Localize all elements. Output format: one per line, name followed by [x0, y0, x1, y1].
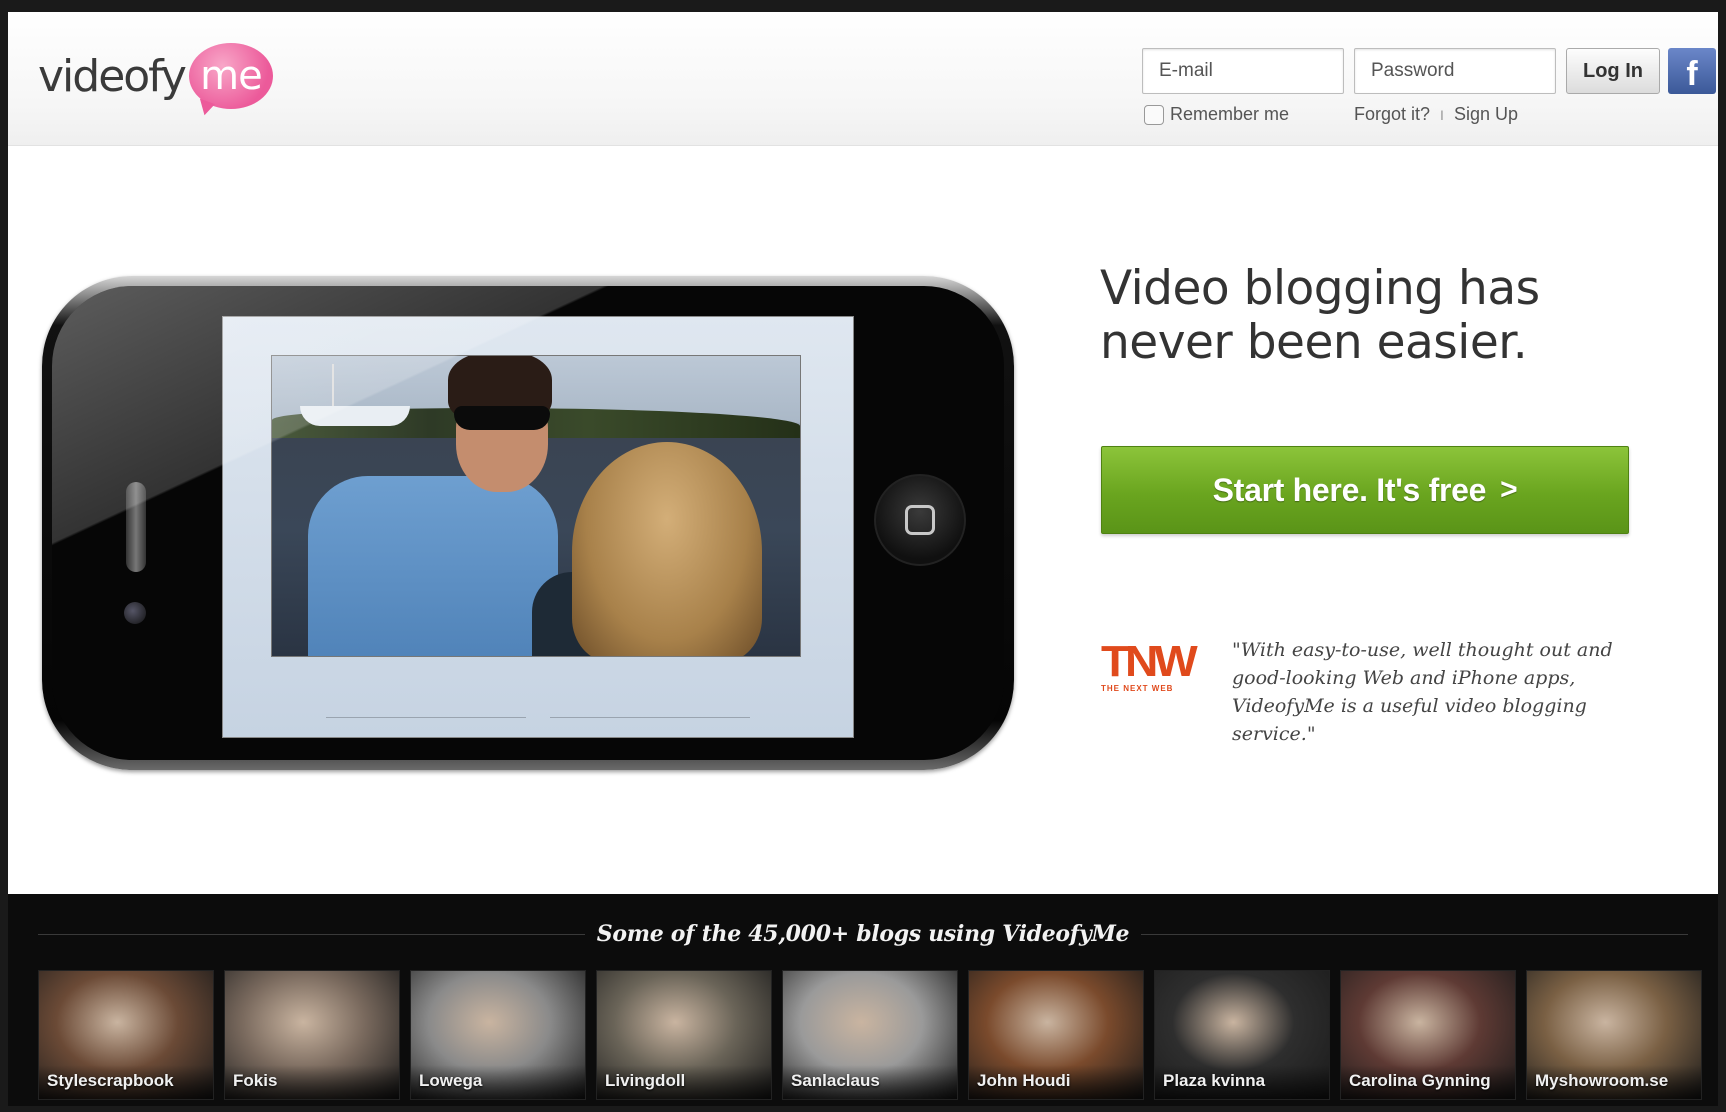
videofyme-logo[interactable]: videofy me	[38, 36, 273, 116]
phone-camera	[124, 602, 146, 624]
site-header: videofy me Log In f Remember me Forgot i…	[8, 12, 1718, 146]
account-links: Forgot it? I Sign Up	[1354, 104, 1518, 125]
blog-thumbnail-label: Stylescrapbook	[39, 1065, 213, 1099]
facebook-login-button[interactable]: f	[1668, 48, 1716, 94]
cta-label: Start here. It's free	[1212, 471, 1487, 508]
remember-me[interactable]: Remember me	[1144, 104, 1289, 125]
heading-rule-right	[1141, 933, 1688, 935]
facebook-icon: f	[1686, 55, 1698, 93]
logo-word: videofy	[38, 50, 187, 102]
blog-thumbnail-list: Stylescrapbook Fokis Lowega Livingdoll Sanla…	[38, 970, 1718, 1100]
start-here-button[interactable]: Start here. It's free >	[1101, 446, 1629, 534]
blog-thumbnail-label: Myshowroom.se	[1527, 1065, 1701, 1099]
blog-thumbnail[interactable]: Plaza kvinna	[1154, 970, 1330, 1100]
blog-thumbnail-label: Livingdoll	[597, 1065, 771, 1099]
chevron-right-icon: >	[1500, 473, 1518, 506]
link-separator: I	[1440, 106, 1444, 123]
blog-thumbnail-label: Lowega	[411, 1065, 585, 1099]
tnw-logo: TNW THE NEXT WEB	[1101, 640, 1211, 694]
remember-me-label: Remember me	[1170, 104, 1290, 124]
blog-thumbnail[interactable]: Lowega	[410, 970, 586, 1100]
blog-thumbnail-label: Carolina Gynning	[1341, 1065, 1515, 1099]
forgot-password-link[interactable]: Forgot it?	[1354, 104, 1430, 125]
phone-speaker	[126, 482, 146, 572]
press-quote: "With easy-to-use, well thought out and …	[1232, 639, 1613, 745]
blog-thumbnail-label: John Houdi	[969, 1065, 1143, 1099]
blog-thumbnail-label: Fokis	[225, 1065, 399, 1099]
screen-caption-bottom	[223, 713, 853, 723]
blog-thumbnail[interactable]: John Houdi	[968, 970, 1144, 1100]
blog-thumbnail[interactable]: Myshowroom.se	[1526, 970, 1702, 1100]
phone-body	[52, 286, 1004, 760]
password-field[interactable]	[1354, 48, 1556, 94]
page: videofy me Log In f Remember me Forgot i…	[8, 12, 1718, 1106]
tnw-letters: TNW	[1101, 637, 1198, 686]
sign-up-link[interactable]: Sign Up	[1454, 104, 1518, 125]
hero-section: Video blogging has never been easier. St…	[8, 146, 1718, 894]
login-button[interactable]: Log In	[1566, 48, 1660, 94]
blog-thumbnail[interactable]: Livingdoll	[596, 970, 772, 1100]
logo-bubble: me	[188, 43, 273, 109]
heading-rule-left	[38, 933, 585, 935]
remember-me-checkbox[interactable]	[1144, 104, 1164, 125]
iphone-illustration	[42, 276, 1014, 770]
blogs-heading: Some of the 45,000+ blogs using VideofyM…	[596, 921, 1130, 947]
blog-thumbnail[interactable]: Sanlaclaus	[782, 970, 958, 1100]
email-field[interactable]	[1142, 48, 1344, 94]
blogs-heading-row: Some of the 45,000+ blogs using VideofyM…	[38, 914, 1688, 954]
browser-frame: videofy me Log In f Remember me Forgot i…	[0, 0, 1726, 1112]
blog-thumbnail[interactable]: Fokis	[224, 970, 400, 1100]
blogs-strip: Some of the 45,000+ blogs using VideofyM…	[8, 894, 1718, 1106]
phone-home-button	[874, 474, 966, 566]
hero-title: Video blogging has never been easier.	[1100, 261, 1540, 370]
blog-thumbnail[interactable]: Carolina Gynning	[1340, 970, 1516, 1100]
blog-thumbnail[interactable]: Stylescrapbook	[38, 970, 214, 1100]
blog-thumbnail-label: Sanlaclaus	[783, 1065, 957, 1099]
blog-thumbnail-label: Plaza kvinna	[1155, 1065, 1329, 1099]
phone-screen	[222, 316, 854, 738]
video-still-image	[271, 355, 801, 657]
